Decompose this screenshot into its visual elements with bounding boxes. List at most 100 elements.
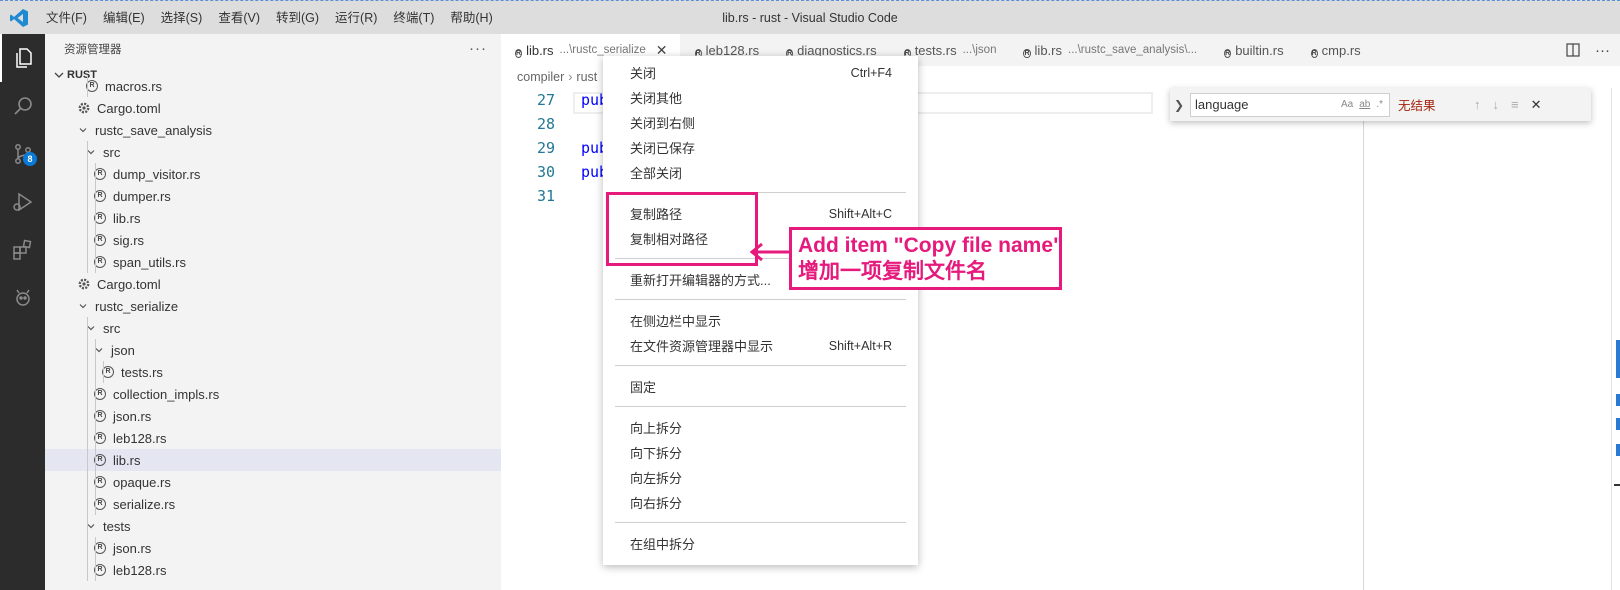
- gear-icon: [75, 101, 93, 115]
- indent-guide: [95, 229, 96, 251]
- tab-context-menu: 关闭 Ctrl+F4 关闭其他 关闭到右侧 关闭已保存 全部关闭 复制路径 Shift+Alt…: [603, 56, 918, 565]
- tree-item[interactable]: Rmacros.rs: [45, 75, 501, 97]
- more-actions-icon[interactable]: ···: [469, 40, 487, 57]
- context-menu-item[interactable]: 向上拆分: [603, 415, 918, 440]
- tree-item[interactable]: Rjson.rs: [45, 405, 501, 427]
- match-whole-word-icon[interactable]: ab: [1359, 99, 1370, 110]
- tree-item-label: sig.rs: [113, 232, 145, 248]
- tree-item[interactable]: rustc_save_analysis: [45, 119, 501, 141]
- rust-analyzer-icon[interactable]: [0, 274, 45, 322]
- tree-item[interactable]: Rdumper.rs: [45, 185, 501, 207]
- chevron-down-icon[interactable]: [83, 146, 99, 158]
- tree-item[interactable]: Rserialize.rs: [45, 493, 501, 515]
- more-actions-icon[interactable]: ···: [1595, 42, 1610, 59]
- context-menu-item[interactable]: 关闭到右侧: [603, 110, 918, 135]
- tree-item[interactable]: Rdump_visitor.rs: [45, 163, 501, 185]
- editor-tab[interactable]: Rlib.rs ...\rustc_save_analysis\...: [1009, 34, 1211, 66]
- context-menu-item[interactable]: 关闭其他: [603, 85, 918, 110]
- tree-item[interactable]: Rspan_utils.rs: [45, 251, 501, 273]
- match-case-icon[interactable]: Aa: [1341, 99, 1353, 110]
- breadcrumb-item[interactable]: rust: [576, 70, 597, 84]
- tree-item[interactable]: src: [45, 317, 501, 339]
- tree-item[interactable]: rustc_serialize: [45, 295, 501, 317]
- tree-item[interactable]: tests: [45, 515, 501, 537]
- menu-item[interactable]: 终端(T): [385, 3, 442, 33]
- menu-item[interactable]: 运行(R): [327, 3, 385, 33]
- scroll-marker: [1616, 394, 1620, 406]
- tree-item[interactable]: Rleb128.rs: [45, 427, 501, 449]
- explorer-icon[interactable]: [0, 34, 45, 82]
- scrollbar-border: [1611, 88, 1612, 590]
- regex-icon[interactable]: .*: [1376, 99, 1383, 110]
- indent-guide: [87, 75, 88, 97]
- context-menu-item[interactable]: 在文件资源管理器中显示 Shift+Alt+R: [603, 333, 918, 358]
- chevron-down-icon[interactable]: [83, 520, 99, 532]
- context-menu-item[interactable]: 固定: [603, 374, 918, 399]
- context-menu-item[interactable]: 关闭 Ctrl+F4: [603, 60, 918, 85]
- close-icon[interactable]: ✕: [1531, 97, 1542, 113]
- menu-item-label: 全部关闭: [630, 166, 683, 181]
- tree-item[interactable]: Rcollection_impls.rs: [45, 383, 501, 405]
- chevron-right-icon[interactable]: ❯: [1170, 98, 1188, 112]
- tree-item-label: json.rs: [113, 408, 152, 424]
- rust-file-icon: R: [91, 168, 109, 180]
- rust-file-icon: R: [91, 256, 109, 268]
- menu-item[interactable]: 编辑(E): [95, 3, 153, 33]
- menu-item[interactable]: 选择(S): [153, 3, 211, 33]
- tree-item[interactable]: Rlib.rs: [45, 449, 501, 471]
- tree-item[interactable]: Rleb128.rs: [45, 559, 501, 581]
- extensions-icon[interactable]: [0, 226, 45, 274]
- tree-item[interactable]: Rsig.rs: [45, 229, 501, 251]
- chevron-down-icon[interactable]: [75, 124, 91, 136]
- context-menu-item[interactable]: 全部关闭: [603, 160, 918, 185]
- indent-guide: [87, 317, 88, 339]
- rust-file-icon: R: [515, 48, 523, 58]
- breadcrumb-item[interactable]: compiler: [517, 70, 564, 84]
- previous-match-icon[interactable]: ↑: [1474, 97, 1481, 112]
- chevron-down-icon[interactable]: [75, 300, 91, 312]
- tree-item[interactable]: Rtests.rs: [45, 361, 501, 383]
- search-icon[interactable]: [0, 82, 45, 130]
- indent-guide: [87, 471, 88, 493]
- tab-label: cmp.rs: [1321, 42, 1361, 58]
- context-menu-item[interactable]: 关闭已保存: [603, 135, 918, 160]
- context-menu-item[interactable]: 向下拆分: [603, 440, 918, 465]
- indent-guide: [95, 339, 96, 361]
- tree-item[interactable]: Cargo.toml: [45, 97, 501, 119]
- code-line: 28: [501, 112, 608, 136]
- context-menu-item[interactable]: 在组中拆分: [603, 531, 918, 556]
- editor-tab[interactable]: Rbuiltin.rs: [1210, 34, 1297, 66]
- context-menu-item[interactable]: 在侧边栏中显示: [603, 308, 918, 333]
- find-input[interactable]: language Aa ab .*: [1190, 92, 1390, 117]
- menu-item[interactable]: 转到(G): [268, 3, 327, 33]
- tree-item[interactable]: src: [45, 141, 501, 163]
- context-menu-item[interactable]: 向左拆分: [603, 465, 918, 490]
- chevron-down-icon[interactable]: [83, 322, 99, 334]
- tree-item[interactable]: Cargo.toml: [45, 273, 501, 295]
- tree-item[interactable]: Rjson.rs: [45, 537, 501, 559]
- rust-file-icon: R: [91, 388, 109, 400]
- run-debug-icon[interactable]: [0, 178, 45, 226]
- menu-item[interactable]: 帮助(H): [442, 3, 500, 33]
- menu-item[interactable]: 查看(V): [210, 3, 268, 33]
- find-in-selection-icon[interactable]: ≡: [1511, 97, 1519, 112]
- source-control-icon[interactable]: 8: [0, 130, 45, 178]
- tree-item-label: serialize.rs: [113, 496, 176, 512]
- context-menu-item[interactable]: 向右拆分: [603, 490, 918, 515]
- tree-item[interactable]: json: [45, 339, 501, 361]
- next-match-icon[interactable]: ↓: [1493, 97, 1500, 112]
- menu-separator: [615, 299, 906, 300]
- tree-item[interactable]: Rlib.rs: [45, 207, 501, 229]
- chevron-down-icon[interactable]: [91, 344, 107, 356]
- indent-guide: [95, 559, 96, 581]
- tree-item-label: collection_impls.rs: [113, 386, 220, 402]
- find-input-value[interactable]: language: [1191, 97, 1341, 112]
- scrollbar-markers[interactable]: [1614, 88, 1620, 590]
- tree-item-label: dump_visitor.rs: [113, 166, 201, 182]
- line-number: 27: [536, 91, 555, 109]
- menu-item[interactable]: 文件(F): [38, 3, 95, 33]
- editor-tab[interactable]: Rcmp.rs: [1297, 34, 1374, 66]
- split-editor-icon[interactable]: [1565, 42, 1581, 58]
- menu-item-label: 重新打开编辑器的方式...: [630, 273, 771, 288]
- tree-item[interactable]: Ropaque.rs: [45, 471, 501, 493]
